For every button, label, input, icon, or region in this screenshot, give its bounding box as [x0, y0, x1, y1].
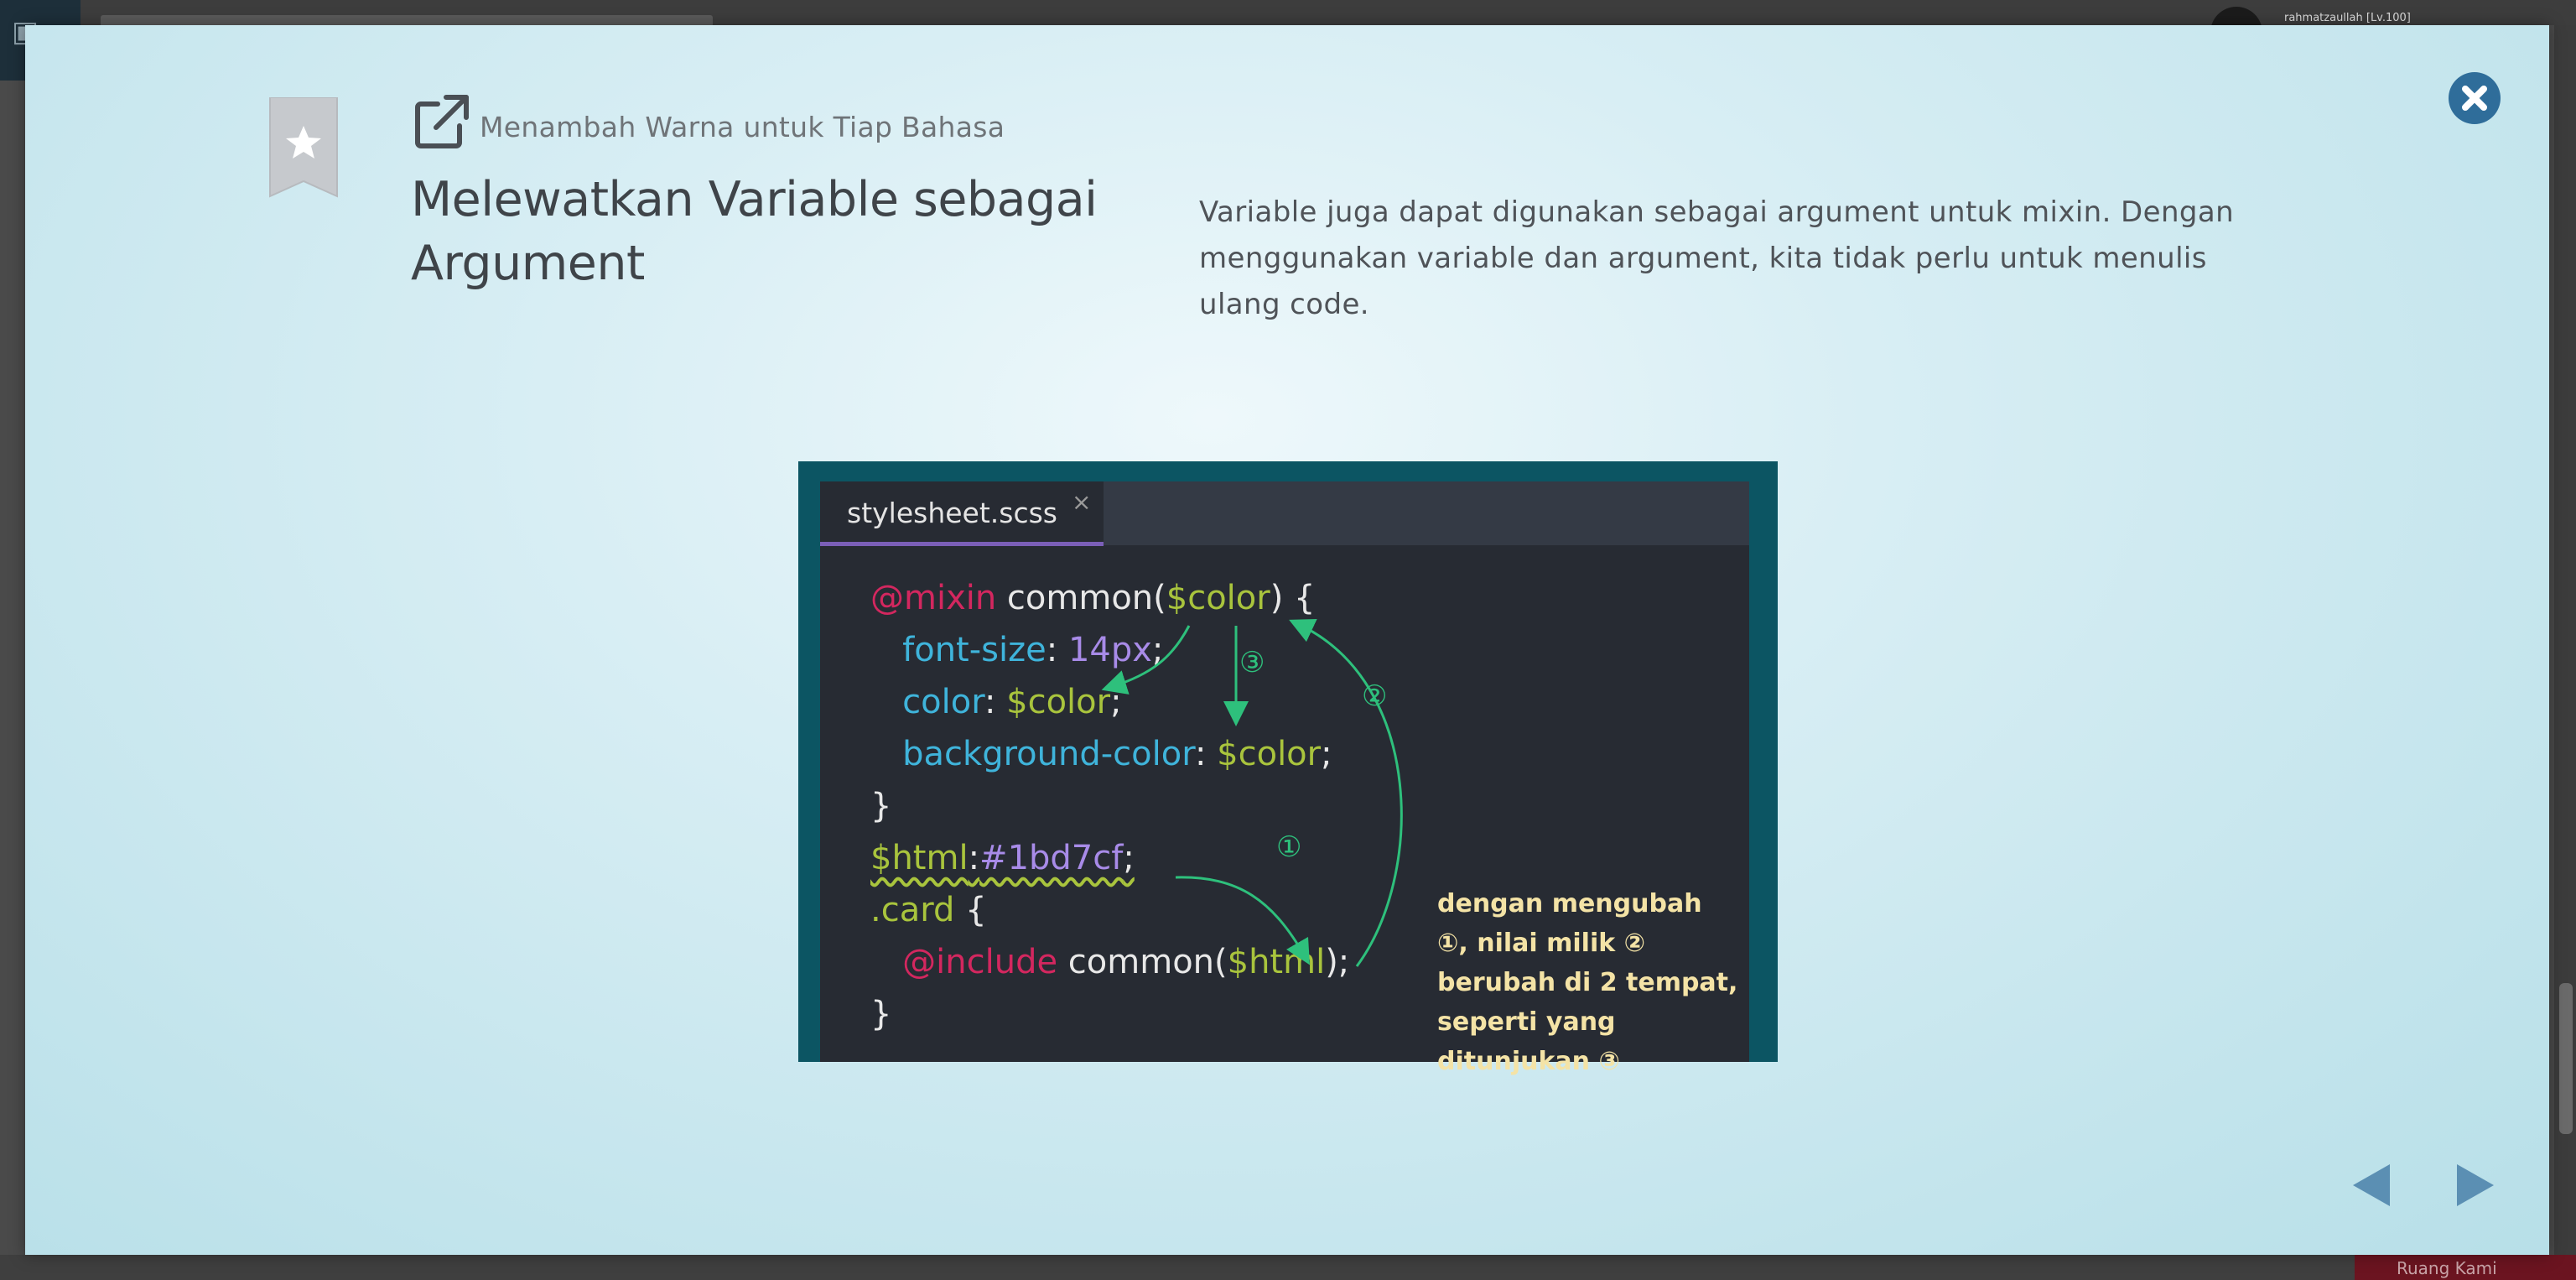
code-token: 14px	[1067, 631, 1152, 669]
next-button[interactable]	[2455, 1163, 2496, 1208]
code-token: font-size	[870, 631, 1046, 669]
code-token: );	[1325, 943, 1350, 981]
code-line: color: $color;	[870, 676, 1349, 728]
bookmark-star-icon	[269, 96, 338, 198]
background-bottombar	[0, 1255, 2576, 1280]
marker-2: ②	[1362, 679, 1388, 713]
code-token: $html	[870, 839, 969, 877]
code-illustration: stylesheet.scss × @mixin common($color) …	[798, 461, 1778, 1076]
code-block: @mixin common($color) { font-size: 14px;…	[870, 572, 1349, 1040]
code-token: common(	[996, 579, 1166, 617]
code-token: :	[1194, 735, 1218, 773]
code-token: common(	[1057, 943, 1228, 981]
code-token: $html	[1227, 943, 1326, 981]
previous-button[interactable]	[2351, 1163, 2392, 1208]
code-line: }	[870, 780, 1349, 832]
page-title: Melewatkan Variable sebagai Argument	[411, 172, 1098, 291]
page-scrollbar-thumb	[2559, 983, 2573, 1134]
code-token: }	[870, 787, 892, 825]
code-token: ;	[1110, 683, 1122, 721]
code-line: .card {	[870, 884, 1349, 936]
code-token: {	[954, 891, 987, 929]
code-line: @include common($html);	[870, 936, 1349, 988]
code-token: $color	[1006, 683, 1111, 721]
code-line: }	[870, 988, 1349, 1040]
close-button[interactable]	[2449, 72, 2501, 124]
tab-active-indicator	[820, 542, 1104, 546]
page-description: Variable juga dapat digunakan sebagai ar…	[1199, 195, 2235, 321]
code-line: @mixin common($color) {	[870, 572, 1349, 624]
close-icon	[2462, 86, 2487, 111]
marker-1: ①	[1276, 830, 1302, 864]
code-editor: stylesheet.scss × @mixin common($color) …	[820, 481, 1749, 1076]
code-token: :	[984, 683, 1007, 721]
code-token: .card	[870, 891, 955, 929]
external-link-icon	[415, 95, 469, 148]
code-token: ) {	[1270, 579, 1316, 617]
marker-3: ③	[1239, 646, 1265, 679]
triangle-left-icon	[2353, 1164, 2390, 1206]
page-subtitle: Menambah Warna untuk Tiap Bahasa	[480, 111, 1005, 143]
code-token: #1bd7cf	[979, 839, 1124, 877]
code-line: background-color: $color;	[870, 728, 1349, 780]
code-token: :	[968, 839, 980, 877]
code-token: @mixin	[870, 579, 997, 617]
code-token: }	[870, 995, 892, 1033]
code-token: ;	[1151, 631, 1164, 669]
tab-close-icon[interactable]: ×	[1072, 488, 1091, 516]
tab-label: stylesheet.scss	[847, 497, 1057, 529]
code-token: color	[870, 683, 984, 721]
code-token: @include	[870, 943, 1058, 981]
tab-stylesheet[interactable]: stylesheet.scss ×	[820, 481, 1104, 546]
code-token: :	[1046, 631, 1068, 669]
code-token: $color	[1217, 735, 1322, 773]
code-token: background-color	[870, 735, 1195, 773]
background-username: rahmatzaullah [Lv.100]	[2284, 12, 2411, 24]
lesson-modal: Menambah Warna untuk Tiap Bahasa Melewat…	[25, 25, 2549, 1255]
background-footer-button-label: Ruang Kami	[2397, 1258, 2497, 1278]
code-line: font-size: 14px;	[870, 624, 1349, 676]
code-token: ;	[1321, 735, 1332, 773]
annotation-note: dengan mengubah ①, nilai milik ② berubah…	[1437, 889, 1738, 1076]
triangle-right-icon	[2457, 1164, 2494, 1206]
bookmark-button[interactable]	[268, 96, 339, 198]
code-token: $color	[1166, 579, 1270, 617]
background-footer-button: Ruang Kami	[2355, 1255, 2576, 1280]
code-token: ;	[1123, 839, 1135, 877]
